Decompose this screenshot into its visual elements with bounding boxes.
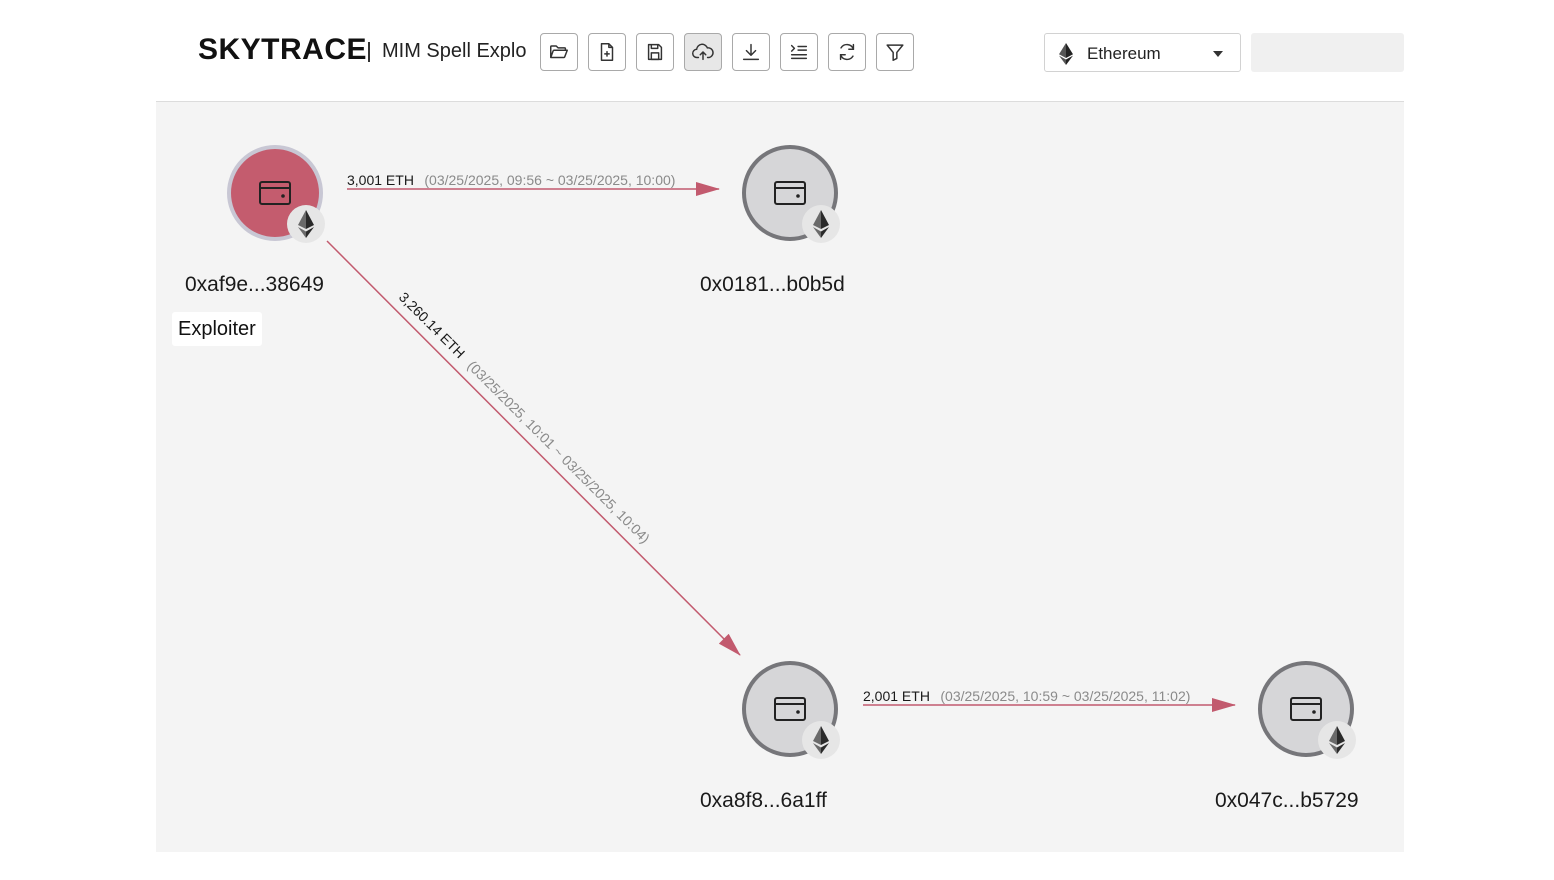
edge-label: 3,001 ETH (03/25/2025, 09:56 ~ 03/25/202… bbox=[347, 172, 675, 189]
download-icon bbox=[742, 43, 760, 61]
chain-select-value: Ethereum bbox=[1087, 44, 1161, 63]
node-address: 0xa8f8...6a1ff bbox=[700, 789, 827, 812]
ethereum-icon bbox=[802, 721, 840, 759]
ethereum-icon bbox=[287, 205, 325, 243]
download-button[interactable] bbox=[732, 33, 770, 71]
edge-time: (03/25/2025, 10:59 ~ 03/25/2025, 11:02) bbox=[940, 688, 1190, 704]
save-button[interactable] bbox=[636, 33, 674, 71]
edge-n1-n3[interactable]: 3,260.14 ETH (03/25/2025, 10:01 ~ 03/25/… bbox=[326, 240, 741, 656]
upload-button[interactable] bbox=[684, 33, 722, 71]
header-bar: SKYTRACE MIM Spell Explo Ethereum bbox=[156, 0, 1404, 102]
new-button[interactable] bbox=[588, 33, 626, 71]
filter-icon bbox=[886, 44, 904, 61]
graph-canvas[interactable]: 3,001 ETH (03/25/2025, 09:56 ~ 03/25/202… bbox=[156, 102, 1404, 852]
save-icon bbox=[647, 43, 663, 61]
node-address: 0x047c...b5729 bbox=[1215, 789, 1359, 812]
refresh-icon bbox=[839, 43, 855, 61]
ethereum-icon bbox=[1318, 721, 1356, 759]
chevron-down-icon bbox=[1213, 51, 1223, 57]
brand-logo: SKYTRACE bbox=[198, 33, 368, 66]
node-address: 0xaf9e...38649 bbox=[185, 273, 324, 296]
transaction-graph[interactable]: 3,001 ETH (03/25/2025, 09:56 ~ 03/25/202… bbox=[156, 102, 1404, 852]
list-button[interactable] bbox=[780, 33, 818, 71]
list-indent-icon bbox=[790, 44, 808, 60]
edge-n1-n2[interactable]: 3,001 ETH (03/25/2025, 09:56 ~ 03/25/202… bbox=[347, 172, 720, 196]
edge-n3-n4[interactable]: 2,001 ETH (03/25/2025, 10:59 ~ 03/25/202… bbox=[863, 688, 1236, 712]
ethereum-icon bbox=[802, 205, 840, 243]
graph-node[interactable]: 0xa8f8...6a1ff bbox=[700, 661, 840, 812]
edge-amount: 3,260.14 ETH bbox=[396, 289, 468, 361]
node-address: 0x0181...b0b5d bbox=[700, 273, 845, 296]
edge-amount: 2,001 ETH bbox=[863, 688, 930, 704]
folder-open-icon bbox=[550, 45, 568, 59]
cloud-upload-icon bbox=[692, 43, 714, 61]
edge-time: (03/25/2025, 09:56 ~ 03/25/2025, 10:00) bbox=[424, 172, 675, 188]
edge-label: 2,001 ETH (03/25/2025, 10:59 ~ 03/25/202… bbox=[863, 688, 1190, 705]
graph-node[interactable]: 0x0181...b0b5d bbox=[700, 145, 845, 296]
toolbar bbox=[540, 33, 914, 71]
chain-select[interactable]: Ethereum bbox=[1044, 33, 1241, 72]
node-tag: Exploiter bbox=[172, 312, 262, 346]
case-title[interactable]: MIM Spell Explo bbox=[382, 40, 527, 63]
graph-node-exploiter[interactable]: 0xaf9e...38649 bbox=[185, 145, 325, 296]
ethereum-icon bbox=[1059, 43, 1073, 65]
edge-amount: 3,001 ETH bbox=[347, 172, 414, 188]
filter-button[interactable] bbox=[876, 33, 914, 71]
refresh-button[interactable] bbox=[828, 33, 866, 71]
edge-label: 3,260.14 ETH (03/25/2025, 10:01 ~ 03/25/… bbox=[395, 289, 653, 547]
file-plus-icon bbox=[600, 43, 614, 61]
graph-node[interactable]: 0x047c...b5729 bbox=[1215, 661, 1359, 812]
app-window: SKYTRACE MIM Spell Explo Ethereum 3,001 … bbox=[0, 0, 1554, 880]
open-button[interactable] bbox=[540, 33, 578, 71]
search-input[interactable] bbox=[1251, 33, 1404, 72]
brand-separator bbox=[368, 42, 370, 62]
edge-time: (03/25/2025, 10:01 ~ 03/25/2025, 10:04) bbox=[464, 357, 653, 546]
